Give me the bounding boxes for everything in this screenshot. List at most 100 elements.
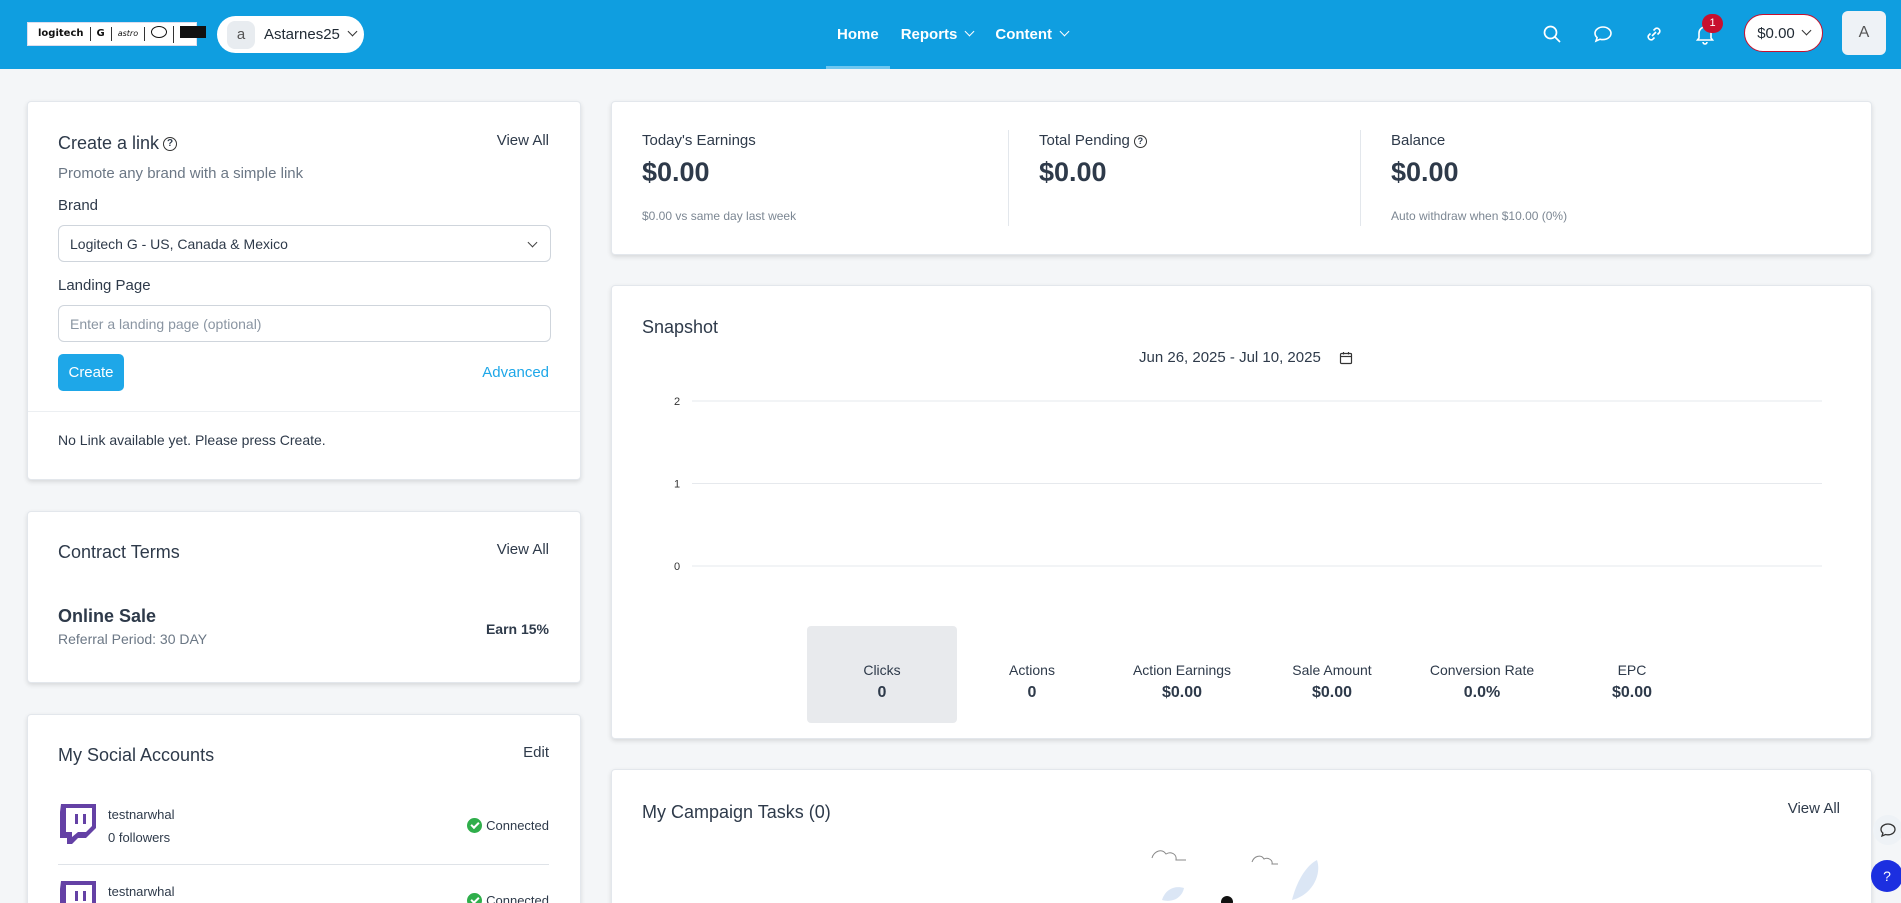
tier-name: Online Sale: [58, 606, 157, 626]
chat-icon[interactable]: [1591, 22, 1615, 46]
advanced-link[interactable]: Advanced: [482, 364, 549, 381]
stat-label: Clicks: [863, 662, 901, 678]
check-circle-icon: [467, 893, 483, 903]
help-icon[interactable]: ?: [1133, 134, 1147, 148]
stat-label: Conversion Rate: [1429, 662, 1535, 678]
search-icon[interactable]: [1540, 22, 1564, 46]
stat-value: $0.00: [1611, 684, 1653, 701]
brand-select[interactable]: Logitech G - US, Canada & Mexico: [58, 225, 551, 262]
todays-earnings-label: Today's Earnings: [642, 132, 756, 149]
top-navigation-bar: logitech G astro a Astarnes25 Home Repor…: [0, 0, 1901, 69]
contract-terms-title: Contract Terms: [58, 542, 180, 562]
logitech-g-logo: G: [91, 27, 112, 41]
main-nav: Home Reports Content: [826, 0, 1079, 69]
astro-logo: astro: [112, 27, 146, 41]
earn-rate: Earn 15%: [485, 621, 549, 637]
help-icon[interactable]: ?: [163, 137, 178, 152]
stat-tile-sale-amount[interactable]: Sale Amount $0.00: [1257, 626, 1407, 723]
snapshot-chart: 2 1 0: [674, 396, 1822, 573]
chat-icon: [1880, 823, 1896, 838]
twitch-icon: [58, 881, 96, 903]
nav-reports[interactable]: Reports: [890, 0, 985, 69]
snapshot-card: Snapshot Jun 26, 2025 - Jul 10, 2025 2 1 0…: [611, 285, 1872, 739]
stat-value: $0.00: [1161, 684, 1203, 701]
landing-page-label: Landing Page: [58, 277, 151, 294]
referral-period: Referral Period: 30 DAY: [58, 631, 208, 647]
balance-dropdown[interactable]: $0.00: [1744, 14, 1823, 52]
stat-label: EPC: [1617, 662, 1647, 678]
stat-tile-conversion-rate[interactable]: Conversion Rate 0.0%: [1407, 626, 1557, 723]
create-link-subtitle: Promote any brand with a simple link: [58, 165, 304, 182]
divider: [58, 864, 549, 865]
total-pending-label: Total Pending?: [1039, 132, 1147, 149]
contract-terms-card: Contract Terms View All Online Sale Refe…: [27, 511, 581, 683]
chart-y-tick-label: 1: [674, 479, 680, 491]
earnings-card: Today's Earnings $0.00 $0.00 vs same day…: [611, 101, 1872, 255]
contract-terms-view-all[interactable]: View All: [497, 541, 549, 558]
social-accounts-title: My Social Accounts: [58, 745, 215, 765]
notification-badge: 1: [1702, 14, 1723, 33]
create-button[interactable]: Create: [58, 354, 124, 391]
chevron-down-icon: [347, 26, 358, 37]
link-icon[interactable]: [1642, 22, 1666, 46]
check-circle-icon: [467, 818, 483, 833]
nav-content[interactable]: Content: [984, 0, 1079, 69]
stat-tile-clicks[interactable]: Clicks 0: [807, 626, 957, 723]
logitech-logo: logitech: [32, 27, 91, 41]
floating-chat-button[interactable]: [1873, 815, 1901, 845]
empty-state-illustration: [1151, 850, 1319, 903]
balance-value: $0.00: [1391, 157, 1459, 187]
campaign-tasks-card: My Campaign Tasks (0) View All: [611, 769, 1872, 903]
create-link-card: Create a link? View All Promote any bran…: [27, 101, 581, 480]
balance-note: Auto withdraw when $10.00 (0%): [1391, 209, 1568, 223]
stat-tile-action-earnings[interactable]: Action Earnings $0.00: [1107, 626, 1257, 723]
date-range: Jun 26, 2025 - Jul 10, 2025: [1139, 349, 1321, 366]
stat-label: Action Earnings: [1132, 662, 1232, 678]
todays-earnings-note: $0.00 vs same day last week: [642, 209, 797, 223]
user-menu-button[interactable]: A: [1842, 11, 1886, 55]
chevron-down-icon: [1059, 26, 1070, 37]
connected-status: Connected: [467, 818, 549, 833]
stat-value: 0: [877, 684, 887, 701]
chevron-down-icon: [527, 237, 538, 248]
chart-y-tick-label: 2: [674, 396, 680, 408]
account-avatar: a: [227, 20, 255, 49]
chart-y-tick-label: 0: [674, 561, 680, 573]
total-pending-value: $0.00: [1039, 157, 1107, 187]
create-link-view-all[interactable]: View All: [497, 132, 549, 149]
date-range-picker[interactable]: Jun 26, 2025 - Jul 10, 2025: [1139, 349, 1353, 366]
divider: [1360, 130, 1361, 226]
stat-label: Actions: [1009, 662, 1055, 678]
empty-link-message: No Link available yet. Please press Crea…: [58, 432, 326, 448]
social-accounts-card: My Social Accounts Edit testnarwhal 0 fo…: [27, 714, 581, 903]
account-switcher[interactable]: a Astarnes25: [217, 16, 364, 53]
account-name: Astarnes25: [264, 26, 340, 43]
social-account-followers: 0 followers: [108, 830, 171, 845]
social-account-name: testnarwhal: [108, 807, 175, 822]
twitch-icon: [58, 804, 96, 846]
calendar-icon: [1339, 351, 1352, 364]
landing-page-input[interactable]: [58, 305, 551, 342]
balance-label: Balance: [1391, 132, 1446, 149]
nav-home[interactable]: Home: [826, 0, 890, 69]
stat-tile-actions[interactable]: Actions 0: [957, 626, 1107, 723]
chevron-down-icon: [964, 26, 975, 37]
todays-earnings-value: $0.00: [642, 157, 710, 187]
stat-value: 0: [1027, 684, 1037, 701]
stat-tile-epc[interactable]: EPC $0.00: [1557, 626, 1707, 723]
brand-logos: logitech G astro: [27, 22, 207, 46]
chevron-down-icon: [1801, 25, 1812, 35]
stat-value: $0.00: [1311, 684, 1353, 701]
connected-status: Connected: [467, 893, 549, 903]
divider: [1008, 130, 1009, 226]
campaign-tasks-title: My Campaign Tasks (0): [642, 802, 831, 822]
social-accounts-edit[interactable]: Edit: [523, 744, 549, 761]
snapshot-title: Snapshot: [642, 317, 719, 337]
divider: [28, 411, 580, 412]
stat-label: Sale Amount: [1292, 662, 1372, 678]
campaign-tasks-view-all[interactable]: View All: [1788, 800, 1840, 817]
social-account-name: testnarwhal: [108, 884, 175, 899]
brand-label: Brand: [58, 197, 99, 214]
floating-help-button[interactable]: ?: [1871, 860, 1901, 892]
ultimate-ears-logo: [174, 25, 212, 43]
